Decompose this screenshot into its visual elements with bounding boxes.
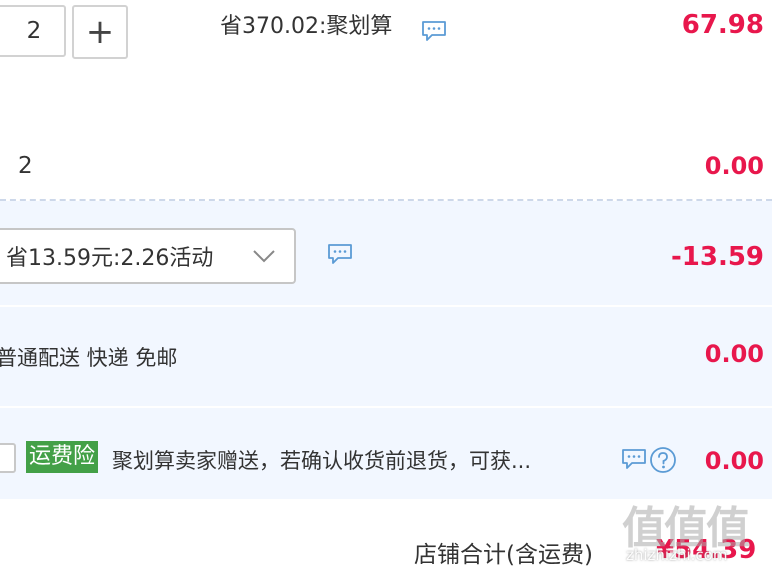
gift-quantity: 2 xyxy=(18,153,33,179)
plus-icon: + xyxy=(85,12,115,52)
insurance-description: 聚划算卖家赠送，若确认收货前退货，可获... xyxy=(112,449,532,473)
quantity-value: 2 xyxy=(26,18,42,44)
delivery-price: 0.00 xyxy=(704,340,764,368)
insurance-price: 0.00 xyxy=(704,447,764,475)
insurance-checkbox[interactable] xyxy=(0,443,16,473)
item-price: 67.98 xyxy=(681,10,764,40)
help-circle-icon[interactable] xyxy=(649,446,677,474)
divider xyxy=(0,305,772,307)
shipping-insurance-badge: 运费险 xyxy=(26,441,99,473)
savings-label: 省370.02:聚划算 xyxy=(220,14,393,39)
delivery-method[interactable]: 普通配送 快递 免邮 xyxy=(0,342,177,372)
promotion-amount: -13.59 xyxy=(670,242,764,272)
quantity-input[interactable]: 2 xyxy=(0,5,66,57)
watermark-site: zhizhizhi.com xyxy=(626,546,728,564)
promotion-selected-label: 省13.59元:2.26活动 xyxy=(6,246,214,271)
increase-quantity-button[interactable]: + xyxy=(72,5,128,59)
gift-price: 0.00 xyxy=(704,152,764,180)
comment-icon[interactable] xyxy=(327,243,353,265)
comment-icon[interactable] xyxy=(421,20,447,42)
comment-icon[interactable] xyxy=(621,448,647,470)
promotion-select[interactable]: 省13.59元:2.26活动 xyxy=(0,228,296,284)
watermark: 值值值 zhizhizhi.com xyxy=(620,492,772,578)
shop-total-label: 店铺合计(含运费) xyxy=(414,542,593,568)
divider xyxy=(0,406,772,408)
chevron-down-icon xyxy=(253,250,275,263)
